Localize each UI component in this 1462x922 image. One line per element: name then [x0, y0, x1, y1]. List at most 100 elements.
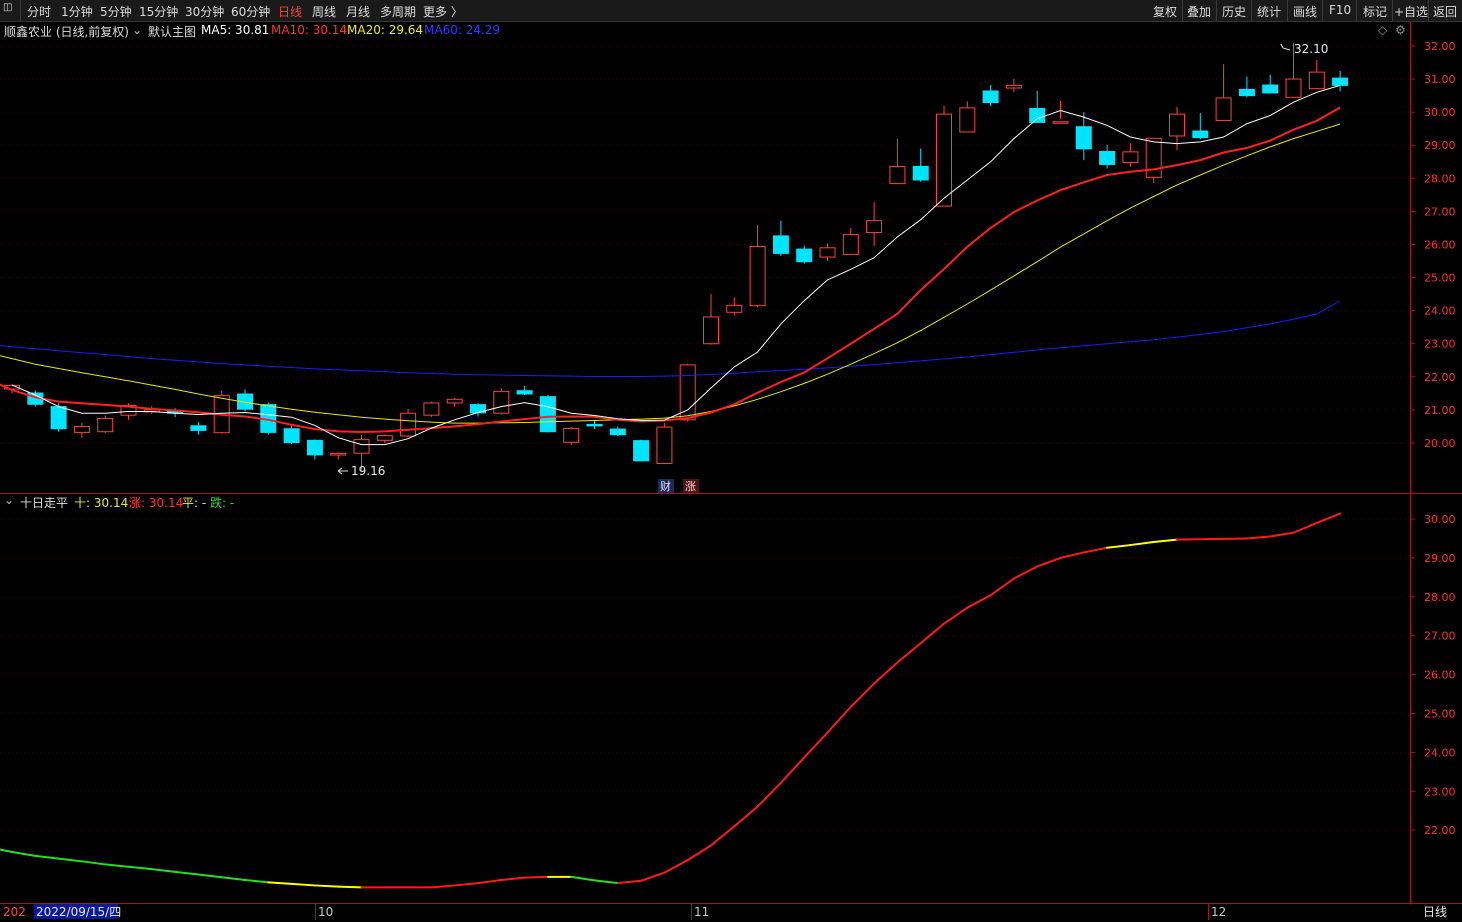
- candle-body: [50, 406, 67, 430]
- diamond-icon[interactable]: ◇: [1378, 23, 1387, 37]
- indicator-segment: [616, 879, 643, 885]
- month-label-dec: 12: [1211, 905, 1226, 919]
- indicator-segment: [127, 865, 153, 871]
- candle-body: [260, 404, 277, 433]
- candle-body: [609, 428, 626, 436]
- indicator-segment: [150, 868, 177, 873]
- indicator-gridlines: [0, 518, 1408, 831]
- indicator-tick-label: 28.00: [1424, 591, 1456, 604]
- indicator-dropdown-icon[interactable]: ⌄: [4, 493, 14, 507]
- candle-body: [1308, 71, 1325, 90]
- period-tab-more[interactable]: 更多 〉: [423, 3, 463, 20]
- indicator-segment: [966, 594, 992, 609]
- limit-up-tag[interactable]: [683, 479, 699, 493]
- toolbar-divider: [1428, 0, 1429, 21]
- candle-body: [1099, 151, 1116, 165]
- template-dropdown-icon[interactable]: ⌄: [132, 23, 142, 37]
- indicator-tick-label: 23.00: [1424, 785, 1456, 798]
- toolbar-divider: [1216, 0, 1217, 21]
- indicator-segment: [1152, 538, 1178, 543]
- candle-body: [330, 453, 347, 456]
- history-button[interactable]: 历史: [1222, 3, 1246, 20]
- candle-body: [679, 364, 696, 421]
- candle-body: [772, 235, 789, 254]
- indicator-segment: [57, 857, 83, 863]
- finance-tag[interactable]: [658, 479, 674, 493]
- indicator-tick-label: 26.00: [1424, 669, 1456, 682]
- toolbar-divider: [1287, 0, 1288, 21]
- indicator-segment: [477, 878, 503, 885]
- candle-body: [1215, 97, 1232, 121]
- candle-body: [1145, 137, 1162, 178]
- kline-chart[interactable]: 32.00 31.00 30.00 29.00 28.00 27.00 26.00 25.00…: [0, 0, 1462, 922]
- candle-body: [27, 392, 44, 405]
- period-tab-monthly[interactable]: 月线: [346, 3, 370, 20]
- candle-body: [237, 393, 253, 410]
- indicator-segment: [523, 875, 549, 879]
- indicator-ten-value: 十: 30.14: [74, 496, 129, 510]
- indicator-segment: [1315, 512, 1342, 524]
- indicator-tick-label: 25.00: [1424, 708, 1456, 721]
- stats-button[interactable]: 统计: [1257, 3, 1281, 20]
- overlay-button[interactable]: 叠加: [1187, 3, 1211, 20]
- price-tick-label: 23.00: [1424, 338, 1456, 351]
- mark-button[interactable]: 标记: [1363, 3, 1387, 20]
- stock-title: 顺鑫农业 (日线,前复权): [4, 25, 129, 39]
- candle-body: [796, 248, 813, 263]
- date-year-prefix: 202: [3, 905, 26, 919]
- period-tab-daily[interactable]: 日线: [278, 3, 302, 20]
- draw-button[interactable]: 画线: [1293, 3, 1317, 20]
- period-tab-15min[interactable]: 15分钟: [139, 3, 178, 20]
- candle-body: [982, 90, 999, 104]
- ma5-value: MA5: 30.81: [201, 23, 270, 37]
- indicator-segment: [500, 876, 526, 881]
- period-tab-5min[interactable]: 5分钟: [100, 3, 132, 20]
- candle-body: [866, 220, 883, 234]
- indicator-segment: [710, 825, 736, 847]
- period-tab-weekly[interactable]: 周线: [312, 3, 336, 20]
- candle-body: [283, 428, 300, 444]
- indicator-segment: [244, 878, 270, 884]
- low-marker-icon: [337, 467, 348, 475]
- f10-button[interactable]: F10: [1329, 3, 1351, 17]
- candle-body: [633, 440, 650, 462]
- indicator-segment: [686, 844, 712, 862]
- period-tab-intraday[interactable]: 分时: [27, 3, 51, 20]
- price-tick-label: 20.00: [1424, 437, 1456, 450]
- candle-body: [586, 423, 603, 427]
- indicator-segment: [430, 884, 456, 889]
- adjust-button[interactable]: 复权: [1153, 3, 1177, 20]
- indicator-segment: [1245, 535, 1272, 540]
- collapse-icon[interactable]: ◫: [3, 2, 12, 13]
- price-tick-label: 25.00: [1424, 272, 1456, 285]
- candle-body: [1262, 84, 1279, 94]
- period-tab-30min[interactable]: 30分钟: [185, 3, 224, 20]
- ma20-line: [0, 123, 1341, 424]
- price-tick-label: 30.00: [1424, 106, 1456, 119]
- candle-body: [656, 426, 673, 464]
- cursor-date-label: 2022/09/15/四: [36, 905, 121, 919]
- main-gridlines: [0, 45, 1408, 444]
- period-tab-1min[interactable]: 1分钟: [61, 3, 93, 20]
- template-label[interactable]: 默认主图: [148, 23, 196, 40]
- indicator-segment: [220, 876, 246, 881]
- indicator-segment: [1292, 521, 1318, 534]
- price-tick-label: 26.00: [1424, 238, 1456, 251]
- price-axis: 32.00 31.00 30.00 29.00 28.00 27.00 26.00 25.00…: [1410, 40, 1456, 450]
- indicator-segment: [290, 882, 316, 887]
- indicator-name[interactable]: 十日走平: [20, 494, 68, 511]
- add-watchlist-button[interactable]: +自选: [1394, 3, 1428, 20]
- indicator-segment: [1082, 546, 1109, 554]
- toolbar-divider: [20, 0, 21, 21]
- period-tab-multi[interactable]: 多周期: [380, 3, 416, 20]
- candle-body: [493, 390, 510, 414]
- indicator-line: [0, 512, 1342, 889]
- candle-body: [889, 165, 906, 185]
- indicator-segment: [313, 884, 340, 888]
- candle-body: [120, 405, 137, 416]
- back-button[interactable]: 返回: [1433, 3, 1457, 20]
- indicator-segment: [896, 642, 922, 664]
- settings-icon[interactable]: ⚙: [1395, 23, 1406, 37]
- indicator-segment: [104, 863, 130, 868]
- period-tab-60min[interactable]: 60分钟: [231, 3, 270, 20]
